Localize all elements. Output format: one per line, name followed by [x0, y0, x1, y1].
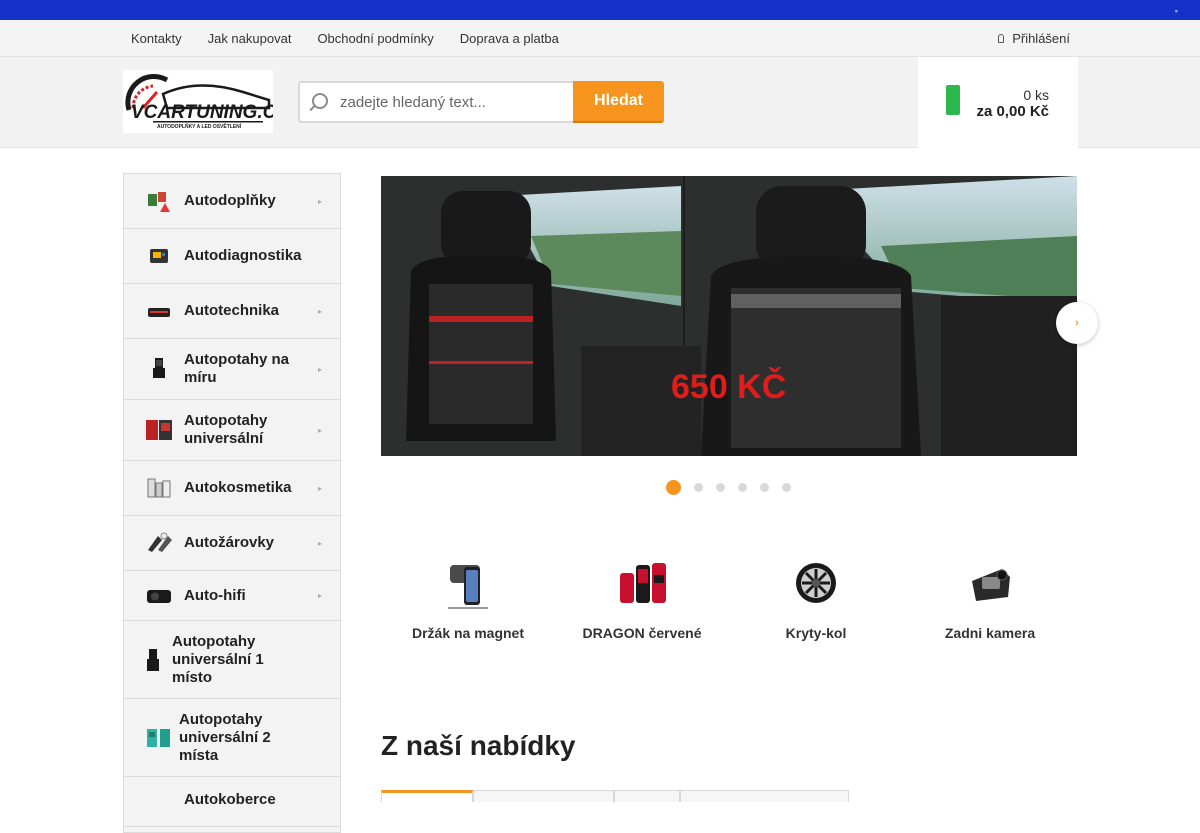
category-autokoberce[interactable]: Autokoberce: [124, 777, 340, 827]
chevron-right-icon: ▸: [317, 196, 322, 206]
link-doprava-a-platba[interactable]: Doprava a platba: [447, 31, 572, 46]
category-auto-hifi[interactable]: Auto-hifi ▸: [124, 571, 340, 621]
top-links: Kontakty Jak nakupovat Obchodní podmínky…: [118, 20, 572, 57]
category-label: Autotechnika: [184, 302, 280, 319]
category-label: Autodoplňky: [184, 192, 276, 209]
banner-slider[interactable]: 650 KČ: [381, 176, 1077, 456]
category-label: Auto-hifi: [184, 586, 246, 604]
phone-holder-icon: [448, 565, 488, 609]
chevron-right-icon: ▸: [317, 425, 322, 435]
category-autopotahy-universalni-1-misto[interactable]: Autopotahy universální 1 místo: [124, 621, 340, 699]
link-jak-nakupovat[interactable]: Jak nakupovat: [195, 31, 305, 46]
camera-icon: [972, 569, 1010, 601]
feature-dragon-cervene[interactable]: DRAGON červené: [555, 555, 729, 655]
seat-red-thumb-icon: [146, 420, 172, 440]
category-autotechnika[interactable]: Autotechnika ▸: [124, 284, 340, 339]
category-autopotahy-na-miru[interactable]: Autopotahy na míru ▸: [124, 339, 340, 400]
feature-label: DRAGON červené: [582, 625, 702, 641]
slider-dot[interactable]: [782, 483, 791, 492]
slider-next-button[interactable]: ›: [1056, 302, 1098, 344]
cart-total: za 0,00 Kč: [976, 103, 1049, 120]
category-label: Autopotahy na míru: [184, 351, 289, 386]
category-autopotahy-universalni-2-mista[interactable]: Autopotahy universální 2 místa: [124, 699, 340, 777]
category-label: Autopotahy universální 2 místa: [179, 710, 271, 764]
category-label: Autokosmetika: [184, 479, 292, 496]
chevron-right-icon: ▸: [317, 538, 322, 548]
seat-covers-icon: [620, 563, 666, 603]
top-navigation: Kontakty Jak nakupovat Obchodní podmínky…: [0, 20, 1200, 57]
user-icon: [998, 34, 1005, 43]
category-label: Autopotahy universální 1 místo: [172, 632, 264, 686]
cart-icon: [946, 85, 960, 115]
login-link[interactable]: Přihlášení: [998, 20, 1070, 57]
search-icon: [312, 93, 328, 109]
top-accent-bar: ▪: [0, 0, 1200, 20]
tab-4[interactable]: [680, 790, 849, 802]
svg-text:VCARTUNING.CZ: VCARTUNING.CZ: [131, 102, 273, 123]
category-autopotahy-universalni[interactable]: Autopotahy universální ▸: [124, 400, 340, 461]
site-header: VCARTUNING.CZ AUTODOPLŇKY A LED OSVĚTLEN…: [0, 57, 1200, 148]
login-label: Přihlášení: [1012, 31, 1070, 46]
banner-image: 650 KČ: [381, 176, 1077, 456]
category-autokosmetika[interactable]: Autokosmetika ▸: [124, 461, 340, 516]
bulb-thumb-icon: [148, 532, 172, 552]
cart-count: 0 ks: [1023, 87, 1049, 103]
feature-zadni-kamera[interactable]: Zadni kamera: [903, 555, 1077, 655]
svg-text:AUTODOPLŇKY A LED OSVĚTLENÍ: AUTODOPLŇKY A LED OSVĚTLENÍ: [157, 122, 242, 130]
category-label: Autožárovky: [184, 534, 275, 551]
category-autodoplnky[interactable]: Autodoplňky ▸: [124, 174, 340, 229]
cart-widget[interactable]: 0 ks za 0,00 Kč: [918, 57, 1078, 148]
search-field: [298, 81, 573, 123]
autotechnika-thumb-icon: [148, 308, 170, 317]
category-autozarovky[interactable]: Autožárovky ▸: [124, 516, 340, 571]
seat-black-thumb-icon: [147, 648, 159, 671]
wheel-cover-icon: [796, 563, 836, 603]
slider-dots: [666, 480, 804, 495]
chevron-right-icon: ›: [1075, 317, 1079, 329]
category-autodiagnostika[interactable]: Autodiagnostika: [124, 229, 340, 284]
subwoofer-thumb-icon: [147, 589, 171, 603]
tab-3[interactable]: [614, 790, 680, 802]
seat-thumb-icon: [153, 358, 165, 378]
search-bar: Hledat: [298, 81, 664, 123]
seat-teal-thumb-icon: [147, 728, 170, 747]
slider-dot[interactable]: [760, 483, 769, 492]
section-title: Z naší nabídky: [381, 730, 576, 761]
chevron-right-icon: ▸: [317, 483, 322, 493]
tab-2[interactable]: [473, 790, 614, 802]
site-logo[interactable]: VCARTUNING.CZ AUTODOPLŇKY A LED OSVĚTLEN…: [123, 70, 273, 133]
featured-links: Držák na magnet DRAGON červené Kryty-kol: [381, 555, 1077, 655]
chevron-right-icon: ▸: [317, 591, 322, 600]
feature-kryty-kol[interactable]: Kryty-kol: [729, 555, 903, 655]
slider-dot[interactable]: [694, 483, 703, 492]
search-button[interactable]: Hledat: [573, 81, 664, 123]
chevron-right-icon: ▸: [317, 364, 322, 374]
product-tabs: [381, 790, 849, 802]
slider-dot[interactable]: [738, 483, 747, 492]
link-obchodni-podminky[interactable]: Obchodní podmínky: [304, 31, 446, 46]
autodiagnostika-thumb-icon: [150, 249, 168, 263]
search-input[interactable]: [340, 83, 570, 121]
feature-label: Kryty-kol: [785, 625, 847, 641]
banner-price: 650 KČ: [671, 367, 786, 406]
tab-1[interactable]: [381, 790, 473, 802]
category-sidebar: Autodoplňky ▸ Autodiagnostika Autotechni…: [123, 173, 341, 833]
slider-dot[interactable]: [666, 480, 681, 495]
close-banner-icon[interactable]: ▪: [1175, 6, 1178, 16]
category-label: Autokoberce: [184, 791, 276, 808]
slider-dot[interactable]: [716, 483, 725, 492]
category-label: Autodiagnostika: [184, 247, 302, 264]
category-label: Autopotahy universální: [184, 412, 268, 447]
autodoplnky-thumb-icon: [148, 192, 170, 212]
autokosmetika-thumb-icon: [147, 478, 171, 498]
feature-drzak-na-magnet[interactable]: Držák na magnet: [381, 555, 555, 655]
feature-label: Zadni kamera: [944, 625, 1036, 641]
chevron-right-icon: ▸: [317, 306, 322, 316]
link-kontakty[interactable]: Kontakty: [118, 31, 195, 46]
feature-label: Držák na magnet: [411, 625, 525, 641]
